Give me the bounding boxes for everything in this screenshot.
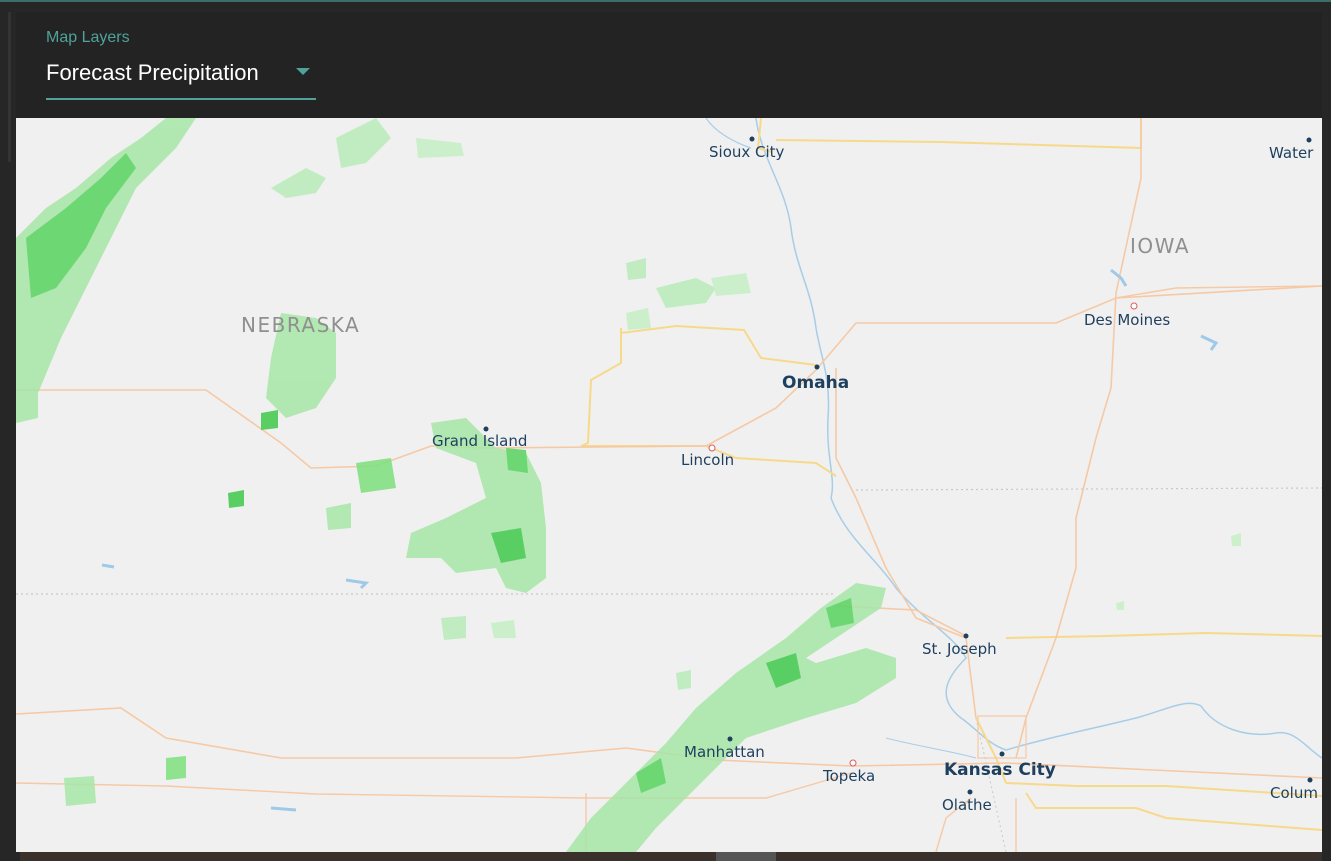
state-border-ks-mo [975, 717, 1007, 852]
precip-blob-mid3 [711, 273, 751, 296]
precip-dot-w [228, 490, 244, 508]
marker-manhattan [727, 736, 733, 742]
precip-blob-s [441, 616, 466, 640]
precip-blob-e1 [1231, 533, 1241, 546]
map-layers-label: Map Layers [46, 29, 130, 46]
lake-3 [345, 578, 370, 590]
city-label-grand-island: Grand Island [432, 432, 527, 450]
marker-grand-island [483, 426, 489, 432]
lake-4 [101, 563, 115, 569]
precip-blob-w [356, 458, 396, 493]
marker-st-joseph [963, 633, 969, 639]
precip-blob-sw2 [64, 776, 96, 806]
precip-blob-mid [626, 258, 646, 280]
state-label-iowa: IOWA [1130, 234, 1190, 258]
chevron-down-icon[interactable] [296, 68, 310, 75]
marker-sioux-city [749, 136, 755, 142]
precip-blob-edge [16, 363, 38, 423]
map-layer-dropdown[interactable]: Forecast Precipitation [46, 54, 316, 100]
highway-mo-east [1005, 631, 1322, 639]
city-label-omaha: Omaha [782, 373, 849, 393]
marker-water [1306, 137, 1312, 143]
road-i80-west [16, 389, 707, 469]
city-label-kansas-city: Kansas City [944, 760, 1056, 780]
map-canvas[interactable]: NEBRASKA IOWA Sioux City Water Des Moine… [16, 118, 1322, 852]
precip-blob-mid4 [626, 308, 651, 330]
horizontal-scrollbar[interactable] [20, 852, 1322, 861]
precip-blob-n [336, 118, 391, 168]
top-accent-line [0, 0, 1331, 2]
map-view[interactable]: NEBRASKA IOWA Sioux City Water Des Moine… [16, 118, 1322, 852]
app-frame: Map Layers Forecast Precipitation NEBRAS… [0, 0, 1331, 861]
marker-colum [1307, 777, 1313, 783]
marker-topeka [849, 759, 857, 767]
marker-omaha [814, 364, 820, 370]
city-label-olathe: Olathe [942, 796, 992, 814]
precip-layer [16, 118, 1241, 852]
city-label-manhattan: Manhattan [684, 743, 765, 761]
marker-kansas-city [999, 751, 1005, 757]
scrollbar-thumb[interactable] [716, 852, 776, 861]
precip-blob-e2 [1116, 601, 1124, 610]
precip-blob-sw3 [676, 670, 691, 690]
road-i35-north [1015, 118, 1142, 759]
marker-olathe [967, 789, 973, 795]
city-label-lincoln: Lincoln [681, 451, 734, 469]
precip-blob-ne [271, 168, 326, 198]
map-layer-selected: Forecast Precipitation [46, 60, 259, 85]
city-label-colum: Colum [1270, 784, 1318, 802]
precip-blob-sw [166, 756, 186, 780]
left-edge-bar [8, 12, 11, 162]
highway-us20 [775, 118, 1142, 150]
city-label-des-moines: Des Moines [1084, 311, 1170, 329]
minor-river-2 [885, 737, 977, 759]
road-ks-south [16, 772, 852, 799]
state-label-nebraska: NEBRASKA [241, 313, 360, 337]
lake-5 [270, 806, 297, 812]
precip-blob-w2 [326, 503, 351, 530]
state-border-ia-mo [855, 487, 1322, 491]
marker-des-moines [1130, 302, 1138, 310]
precip-gi-core2 [506, 448, 528, 473]
precip-blob-n2 [416, 138, 464, 158]
precip-blob-mid2 [656, 278, 716, 308]
precip-dot-ne [261, 410, 278, 430]
city-label-sioux-city: Sioux City [709, 143, 785, 161]
city-label-st-joseph: St. Joseph [922, 640, 997, 658]
precip-blob-s2 [491, 620, 516, 638]
city-label-water: Water [1269, 144, 1314, 162]
highway-ne-north [620, 324, 817, 366]
city-label-topeka: Topeka [822, 767, 875, 785]
lake-2 [1200, 334, 1219, 351]
road-i80-omaha [705, 285, 1322, 447]
